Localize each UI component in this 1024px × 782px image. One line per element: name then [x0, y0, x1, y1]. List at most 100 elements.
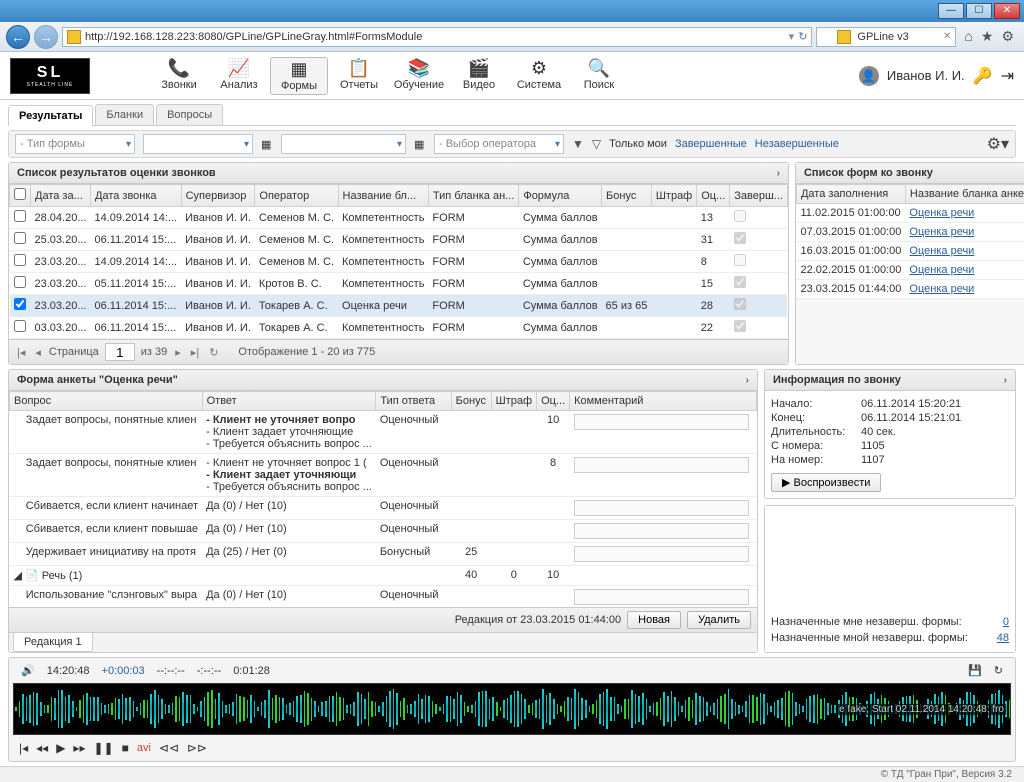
page-first-button[interactable]: |◂ — [15, 346, 27, 359]
window-minimize-button[interactable]: — — [938, 3, 964, 19]
page-next-button[interactable]: ▸ — [173, 346, 183, 359]
window-maximize-button[interactable]: ☐ — [966, 3, 992, 19]
nav-item-7[interactable]: 🔍Поиск — [570, 57, 628, 95]
stat1-value[interactable]: 0 — [1003, 616, 1009, 628]
table-row[interactable]: 07.03.2015 01:00:00Оценка речи — [796, 223, 1024, 242]
stat2-value[interactable]: 48 — [997, 632, 1009, 644]
comment-input[interactable] — [574, 546, 749, 562]
row-checkbox[interactable] — [14, 276, 26, 288]
col-header[interactable]: Ответ — [202, 392, 376, 411]
comment-input[interactable] — [574, 589, 749, 605]
row-checkbox[interactable] — [14, 210, 26, 222]
audio-forward-button[interactable]: ▸▸ — [73, 741, 85, 755]
col-header[interactable]: Бонус — [451, 392, 491, 411]
play-button[interactable]: ▶ Воспроизвести — [771, 473, 881, 492]
speaker-icon[interactable]: 🔊 — [21, 664, 35, 677]
nav-item-1[interactable]: 📈Анализ — [210, 57, 268, 95]
nav-item-6[interactable]: ⚙Система — [510, 57, 568, 95]
nav-item-0[interactable]: 📞Звонки — [150, 57, 208, 95]
results-col-header[interactable]: Оц... — [697, 185, 730, 207]
audio-stop-button[interactable]: ■ — [122, 741, 129, 755]
form-link[interactable]: Оценка речи — [909, 283, 974, 295]
sub-tab-1[interactable]: Бланки — [95, 104, 154, 125]
home-icon[interactable]: ⌂ — [964, 28, 972, 45]
table-row[interactable]: 28.04.20...14.09.2014 14:...Иванов И. И.… — [10, 207, 788, 229]
col-header[interactable]: Оц... — [537, 392, 570, 411]
audio-skip-fwd-button[interactable]: ⊳⊳ — [187, 741, 207, 755]
results-col-header[interactable]: Штраф — [651, 185, 696, 207]
audio-save-icon[interactable]: 💾 — [968, 664, 982, 677]
page-input[interactable] — [105, 343, 135, 361]
audio-first-button[interactable]: |◂ — [19, 741, 28, 755]
audio-skip-back-button[interactable]: ⊲⊲ — [159, 741, 179, 755]
comment-input[interactable] — [574, 414, 749, 430]
audio-play-button[interactable]: ▶ — [56, 741, 65, 755]
form-link[interactable]: Оценка речи — [909, 264, 974, 276]
table-row[interactable]: 23.03.20...14.09.2014 14:...Иванов И. И.… — [10, 251, 788, 273]
row-checkbox[interactable] — [14, 298, 26, 310]
filter-select-3[interactable] — [281, 134, 406, 154]
nav-item-5[interactable]: 🎬Видео — [450, 57, 508, 95]
col-header[interactable]: Вопрос — [10, 392, 203, 411]
funnel-icon[interactable]: ▼ — [572, 137, 584, 151]
col-header[interactable]: Название бланка анкеты — [905, 185, 1024, 204]
select-all-checkbox[interactable] — [14, 188, 26, 200]
sub-tab-0[interactable]: Результаты — [8, 105, 93, 126]
audio-rewind-button[interactable]: ◂◂ — [36, 741, 48, 755]
avi-label[interactable]: avi — [137, 742, 151, 754]
results-col-header[interactable]: Заверш... — [730, 185, 788, 207]
row-checkbox[interactable] — [14, 232, 26, 244]
comment-input[interactable] — [574, 500, 749, 516]
table-row[interactable]: 03.03.20...06.11.2014 15:...Иванов И. И.… — [10, 317, 788, 339]
url-bar[interactable]: http://192.168.128.223:8080/GPLine/GPLin… — [62, 27, 812, 47]
col-header[interactable]: Штраф — [491, 392, 536, 411]
results-col-header[interactable]: Бонус — [602, 185, 652, 207]
collapse-icon[interactable]: › — [1004, 375, 1007, 386]
settings-gear-icon[interactable]: ⚙▾ — [987, 134, 1009, 154]
tab-close-icon[interactable]: ✕ — [943, 31, 951, 42]
tools-icon[interactable]: ⚙ — [1001, 28, 1014, 45]
operator-select[interactable]: - Выбор оператора — [434, 134, 564, 154]
results-col-header[interactable]: Оператор — [255, 185, 338, 207]
table-row[interactable]: Сбивается, если клиент начинаетДа (0) / … — [10, 497, 757, 520]
only-mine-toggle[interactable]: Только мои — [609, 138, 667, 150]
form-link[interactable]: Оценка речи — [909, 226, 974, 238]
table-row[interactable]: 23.03.20...05.11.2014 15:...Иванов И. И.… — [10, 273, 788, 295]
page-last-button[interactable]: ▸| — [189, 346, 201, 359]
nav-item-2[interactable]: ▦Формы — [270, 57, 328, 95]
col-header[interactable]: Дата заполнения — [796, 185, 905, 204]
results-col-header[interactable]: Дата за... — [31, 185, 91, 207]
completed-filter[interactable]: Завершенные — [675, 138, 747, 150]
results-col-header[interactable]: Дата звонка — [91, 185, 182, 207]
table-row[interactable]: 23.03.20...06.11.2014 15:...Иванов И. И.… — [10, 295, 788, 317]
page-refresh-button[interactable]: ↻ — [207, 346, 220, 359]
window-close-button[interactable]: ✕ — [994, 3, 1020, 19]
revision-tab[interactable]: Редакция 1 — [13, 632, 93, 652]
form-link[interactable]: Оценка речи — [909, 245, 974, 257]
table-row[interactable]: 25.03.20...06.11.2014 15:...Иванов И. И.… — [10, 229, 788, 251]
table-row[interactable]: 16.03.2015 01:00:00Оценка речи — [796, 242, 1024, 261]
table-row[interactable]: ◢ 📄 Речь (1)40010 — [10, 566, 757, 586]
table-row[interactable]: Удерживает инициативу на протяДа (25) / … — [10, 543, 757, 566]
delete-button[interactable]: Удалить — [687, 611, 751, 629]
col-header[interactable]: Комментарий — [570, 392, 757, 411]
incomplete-filter[interactable]: Незавершенные — [755, 138, 839, 150]
row-checkbox[interactable] — [14, 320, 26, 332]
form-type-select[interactable]: - Тип формы — [15, 134, 135, 154]
table-row[interactable]: 22.02.2015 01:00:00Оценка речи — [796, 261, 1024, 280]
table-row[interactable]: 23.03.2015 01:44:00Оценка речи — [796, 280, 1024, 299]
col-header[interactable]: Тип ответа — [376, 392, 451, 411]
results-col-header[interactable]: Супервизор — [181, 185, 255, 207]
waveform[interactable]: e fake; Start 02.11.2014 14:20:48; fro — [13, 683, 1011, 735]
table-row[interactable]: Задает вопросы, понятные клиен- Клиент н… — [10, 411, 757, 454]
table-row[interactable]: 11.02.2015 01:00:00Оценка речи — [796, 204, 1024, 223]
new-button[interactable]: Новая — [627, 611, 681, 629]
nav-item-3[interactable]: 📋Отчеты — [330, 57, 388, 95]
logout-icon[interactable]: ⇥ — [1001, 66, 1014, 86]
table-row[interactable]: Использование "слэнговых" выраДа (0) / Н… — [10, 586, 757, 608]
browser-back-button[interactable]: ← — [6, 25, 30, 49]
collapse-icon[interactable]: › — [746, 375, 749, 386]
form-link[interactable]: Оценка речи — [909, 207, 974, 219]
comment-input[interactable] — [574, 457, 749, 473]
key-icon[interactable]: 🔑 — [973, 66, 993, 86]
